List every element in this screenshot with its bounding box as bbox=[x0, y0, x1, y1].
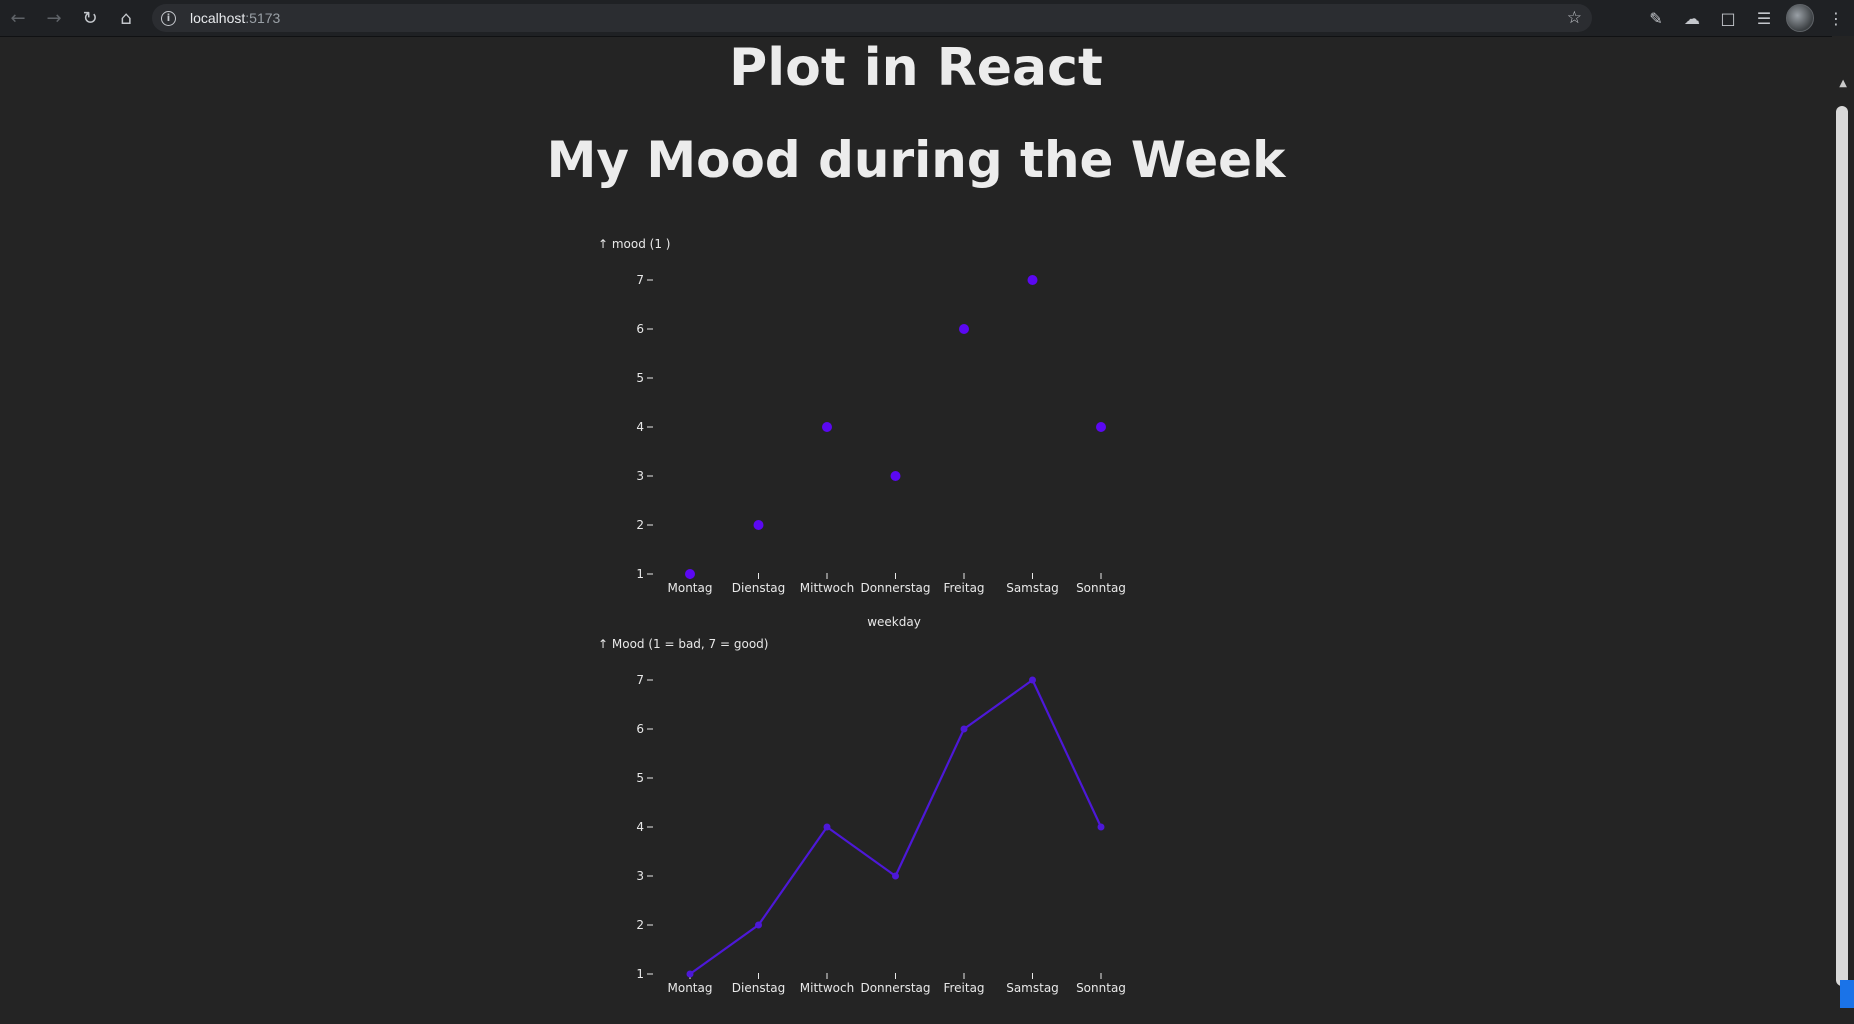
avatar bbox=[1786, 4, 1814, 32]
profile-avatar[interactable] bbox=[1782, 0, 1818, 36]
data-point bbox=[685, 569, 695, 579]
toolbar-right-icons: ✎ ☁ □ ☰ ⋮ bbox=[1638, 0, 1854, 36]
data-point bbox=[753, 520, 764, 530]
x-tick-label: Montag bbox=[668, 581, 713, 595]
back-icon[interactable]: ← bbox=[0, 0, 36, 36]
page-viewport: Plot in React My Mood during the Week ↑ … bbox=[0, 36, 1832, 1008]
y-tick-label: 4 bbox=[636, 420, 644, 434]
x-tick-label: Dienstag bbox=[732, 581, 786, 595]
y-tick-label: 6 bbox=[636, 722, 644, 736]
data-point bbox=[823, 823, 831, 831]
data-point bbox=[1096, 422, 1106, 432]
page-scrollbar[interactable]: ▲ bbox=[1832, 36, 1854, 1008]
extensions-puzzle-icon[interactable]: □ bbox=[1710, 0, 1746, 36]
x-tick-label: Sonntag bbox=[1076, 581, 1126, 595]
data-point bbox=[959, 324, 969, 334]
home-icon[interactable]: ⌂ bbox=[108, 0, 144, 36]
data-point bbox=[1029, 676, 1036, 684]
data-point bbox=[960, 725, 968, 733]
bookmark-star-icon[interactable]: ☆ bbox=[1567, 8, 1582, 28]
media-queue-icon[interactable]: ☰ bbox=[1746, 0, 1782, 36]
y-tick-label: 3 bbox=[636, 869, 644, 883]
y-tick-label: 7 bbox=[636, 273, 644, 287]
scroll-corner bbox=[1840, 980, 1854, 1008]
y-tick-label: 5 bbox=[636, 371, 644, 385]
y-tick-label: 5 bbox=[636, 771, 644, 785]
url-port: :5173 bbox=[245, 10, 281, 26]
mood-line-chart: ↑ Mood (1 = bad, 7 = good) 1 2 3 4 5 6 7 Monta… bbox=[598, 637, 1126, 995]
x-axis: Montag Dienstag Mittwoch Donnerstag Freitag S… bbox=[668, 973, 1126, 995]
x-tick-label: Freitag bbox=[943, 581, 984, 595]
x-tick-label: Mittwoch bbox=[800, 581, 854, 595]
page-title: Plot in React bbox=[729, 38, 1103, 98]
data-point bbox=[822, 422, 832, 432]
x-tick-label: Montag bbox=[668, 981, 713, 995]
chart-heading: My Mood during the Week bbox=[546, 131, 1286, 189]
y-tick-label: 1 bbox=[636, 567, 644, 581]
data-point bbox=[1097, 823, 1105, 831]
data-point bbox=[892, 872, 899, 880]
menu-kebab-icon[interactable]: ⋮ bbox=[1818, 0, 1854, 36]
line-series bbox=[686, 676, 1105, 978]
site-info-icon[interactable]: i bbox=[161, 10, 176, 26]
series-line bbox=[689, 678, 1102, 975]
y-axis-label: ↑ mood (1 ) bbox=[598, 237, 671, 251]
y-axis: 1 2 3 4 5 6 7 bbox=[636, 673, 653, 981]
y-axis: 1 2 3 4 5 6 7 bbox=[636, 273, 653, 581]
data-point bbox=[890, 471, 901, 481]
url-host: localhost bbox=[190, 10, 246, 26]
x-tick-label: Donnerstag bbox=[860, 981, 930, 995]
data-point bbox=[686, 970, 694, 978]
y-tick-label: 2 bbox=[636, 918, 644, 932]
scatter-points bbox=[685, 275, 1106, 579]
y-tick-label: 2 bbox=[636, 518, 644, 532]
x-tick-label: Samstag bbox=[1006, 981, 1059, 995]
y-tick-label: 3 bbox=[636, 469, 644, 483]
scroll-thumb[interactable] bbox=[1836, 106, 1848, 986]
mood-scatter-chart: ↑ mood (1 ) 1 2 3 4 5 6 7 Montag Dienstag Mittwo… bbox=[598, 237, 1126, 629]
data-point bbox=[1027, 275, 1038, 285]
x-axis: Montag Dienstag Mittwoch Donnerstag Freitag S… bbox=[668, 573, 1126, 595]
scroll-up-icon[interactable]: ▲ bbox=[1839, 78, 1847, 89]
x-tick-label: Samstag bbox=[1006, 581, 1059, 595]
browser-toolbar: ← → ↻ ⌂ i localhost:5173 ☆ ✎ ☁ □ ☰ ⋮ bbox=[0, 0, 1854, 37]
pen-extension-icon[interactable]: ✎ bbox=[1638, 0, 1674, 36]
y-tick-label: 1 bbox=[636, 967, 644, 981]
y-axis-label: ↑ Mood (1 = bad, 7 = good) bbox=[598, 637, 768, 651]
y-tick-label: 7 bbox=[636, 673, 644, 687]
extension-cloud-icon[interactable]: ☁ bbox=[1674, 0, 1710, 36]
y-tick-label: 6 bbox=[636, 322, 644, 336]
x-tick-label: Dienstag bbox=[732, 981, 786, 995]
address-url[interactable]: localhost:5173 bbox=[190, 10, 280, 26]
data-point bbox=[755, 921, 762, 929]
y-tick-label: 4 bbox=[636, 820, 644, 834]
x-tick-label: Sonntag bbox=[1076, 981, 1126, 995]
x-tick-label: Freitag bbox=[943, 981, 984, 995]
x-tick-label: Mittwoch bbox=[800, 981, 854, 995]
reload-icon[interactable]: ↻ bbox=[72, 0, 108, 36]
forward-icon[interactable]: → bbox=[36, 0, 72, 36]
address-bar[interactable]: i localhost:5173 ☆ bbox=[152, 4, 1592, 32]
x-tick-label: Donnerstag bbox=[860, 581, 930, 595]
